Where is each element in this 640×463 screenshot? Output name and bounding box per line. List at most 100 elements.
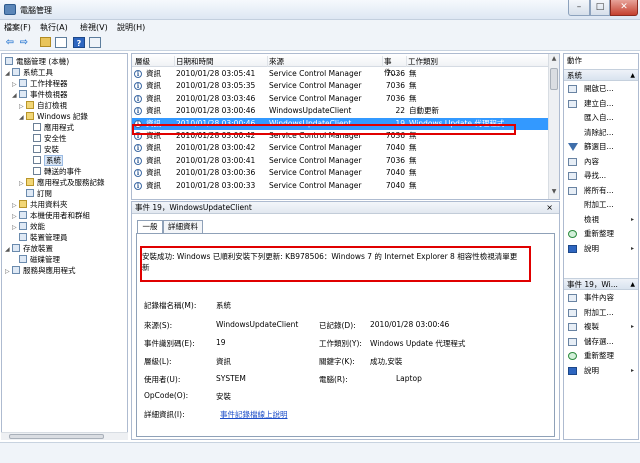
tree-item-device-manager[interactable]: 裝置管理員 xyxy=(19,232,68,243)
tree-horizontal-scrollbar[interactable] xyxy=(1,432,128,440)
source-label: 來源(S): xyxy=(144,321,173,330)
event-log-help-link[interactable]: 事件記錄檔線上說明 xyxy=(220,409,288,420)
column-event-id[interactable]: 事件... xyxy=(384,56,407,77)
action-item[interactable]: 說明 ▸ xyxy=(564,243,638,255)
column-level[interactable]: 層級 xyxy=(135,56,175,67)
event-list-scrollbar[interactable]: ▲ ▼ xyxy=(548,54,559,199)
menu-file[interactable]: 檔案(F) xyxy=(4,22,31,33)
action-item[interactable]: 內容 xyxy=(564,156,638,168)
action-item[interactable]: 檢視 ▸ xyxy=(564,214,638,226)
expand-arrow-icon[interactable]: ▷ xyxy=(12,222,19,233)
column-datetime[interactable]: 日期和時間 xyxy=(176,56,268,67)
expand-arrow-icon[interactable]: ◢ xyxy=(12,90,19,101)
action-item[interactable]: 附加工... xyxy=(564,307,638,319)
table-row[interactable]: i 資訊 2010/01/28 03:00:42 Service Control Ma… xyxy=(132,130,549,142)
forward-arrow-icon[interactable]: ⇨ xyxy=(18,37,30,48)
event-id-cell: 7040 xyxy=(385,168,405,178)
expand-arrow-icon[interactable]: ◢ xyxy=(5,68,12,79)
action-item[interactable]: 事件內容 xyxy=(564,292,638,304)
tree-item-forwarded-events[interactable]: 轉送的事件 xyxy=(33,166,82,177)
table-row[interactable]: i 資訊 2010/01/28 03:05:41 Service Control Ma… xyxy=(132,68,549,80)
table-row[interactable]: i 資訊 2010/01/28 03:00:41 Service Control Ma… xyxy=(132,155,549,167)
tree-item-setup[interactable]: 安裝 xyxy=(33,144,59,155)
expand-arrow-icon[interactable]: ◢ xyxy=(5,244,12,255)
expand-arrow-icon[interactable]: ▷ xyxy=(5,266,12,277)
table-row[interactable]: i 資訊 2010/01/28 03:05:35 Service Control Ma… xyxy=(132,80,549,92)
action-item[interactable]: 將所有... xyxy=(564,185,638,197)
action-item[interactable]: 複製 ▸ xyxy=(564,321,638,333)
scrollbar-thumb[interactable] xyxy=(550,68,558,90)
maximize-button[interactable]: □ xyxy=(590,0,610,16)
tree-item-task-scheduler[interactable]: ▷ 工作排程器 xyxy=(12,78,68,89)
show-hide-action-pane-icon[interactable] xyxy=(89,37,101,48)
table-row[interactable]: i 資訊 2010/01/28 03:00:36 Service Control Ma… xyxy=(132,167,549,179)
action-item[interactable]: 篩選目... xyxy=(564,141,638,153)
column-task-category[interactable]: 工作類別 xyxy=(408,56,548,67)
action-item[interactable]: 儲存選... xyxy=(564,336,638,348)
tree-item-security[interactable]: 安全性 xyxy=(33,133,67,144)
action-item[interactable]: 說明 ▸ xyxy=(564,365,638,377)
column-source[interactable]: 來源 xyxy=(269,56,383,67)
minimize-button[interactable]: – xyxy=(568,0,590,16)
action-item[interactable]: 重新整理 xyxy=(564,228,638,240)
scrollbar-thumb[interactable] xyxy=(9,434,104,439)
menu-view[interactable]: 檢視(V) xyxy=(80,22,108,33)
category-cell: 無 xyxy=(409,168,417,178)
table-row[interactable]: i 資訊 2010/01/28 03:03:46 Service Control Ma… xyxy=(132,93,549,105)
datetime-cell: 2010/01/28 03:05:35 xyxy=(176,81,256,91)
action-item[interactable]: 開啟已... xyxy=(564,83,638,95)
tree-item-disk-management[interactable]: 磁碟管理 xyxy=(19,254,60,265)
tree-item-subscriptions[interactable]: 訂閱 xyxy=(26,188,52,199)
logged-value: 2010/01/28 03:00:46 xyxy=(370,320,450,329)
show-hide-tree-icon[interactable] xyxy=(55,37,67,48)
scroll-up-icon[interactable]: ▲ xyxy=(549,55,559,65)
tree-item-performance[interactable]: ▷ 效能 xyxy=(12,221,45,232)
action-label: 附加工... xyxy=(584,200,614,209)
action-item[interactable]: 重新整理 xyxy=(564,350,638,362)
collapse-icon[interactable]: ▲ xyxy=(630,279,635,290)
tree-item-windows-logs[interactable]: ◢ Windows 記錄 xyxy=(19,111,88,122)
action-label: 匯入自... xyxy=(584,113,614,122)
expand-arrow-icon[interactable]: ▷ xyxy=(19,178,26,189)
tree-item-system-tools[interactable]: ◢ 系統工具 xyxy=(5,67,53,78)
tree-item-event-viewer[interactable]: ◢ 事件檢視器 xyxy=(12,89,68,100)
tree-item-services-applications[interactable]: ▷ 服務與應用程式 xyxy=(5,265,76,276)
table-row[interactable]: i 資訊 2010/01/28 03:00:33 Service Control Ma… xyxy=(132,180,549,192)
tree-item-system[interactable]: 系統 xyxy=(33,155,63,166)
source-value: WindowsUpdateClient xyxy=(216,320,299,329)
back-arrow-icon[interactable]: ⇦ xyxy=(4,37,16,48)
table-row[interactable]: i 資訊 2010/01/28 03:00:42 Service Control Ma… xyxy=(132,142,549,154)
table-row[interactable]: i 資訊 2010/01/28 03:00:46 WindowsUpdateClien… xyxy=(132,117,549,130)
datetime-cell: 2010/01/28 03:00:36 xyxy=(176,168,256,178)
tree-item-local-users-groups[interactable]: ▷ 本機使用者和群組 xyxy=(12,210,90,221)
menu-help[interactable]: 說明(H) xyxy=(117,22,145,33)
action-item[interactable]: 清除記... xyxy=(564,127,638,139)
tree-item-apps-and-services-logs[interactable]: ▷ 應用程式及服務記錄 xyxy=(19,177,105,188)
tree-item-application[interactable]: 應用程式 xyxy=(33,122,74,133)
opcode-value: 安裝 xyxy=(216,392,231,401)
expand-arrow-icon[interactable]: ◢ xyxy=(19,112,26,123)
up-folder-icon[interactable] xyxy=(40,37,51,47)
tree-item-custom-views[interactable]: ▷ 自訂檢視 xyxy=(19,100,67,111)
collapse-icon[interactable]: ▲ xyxy=(630,70,635,81)
scroll-down-icon[interactable]: ▼ xyxy=(549,188,559,198)
table-row[interactable]: i 資訊 2010/01/28 03:00:46 WindowsUpdateClien… xyxy=(132,105,549,117)
actions-section-event[interactable]: 事件 19，Wi... ▲ xyxy=(564,278,638,290)
menu-action[interactable]: 執行(A) xyxy=(40,22,68,33)
close-detail-icon[interactable]: × xyxy=(546,202,553,214)
close-button[interactable]: ✕ xyxy=(610,0,638,16)
tree-item-shared-folders[interactable]: ▷ 共用資料夾 xyxy=(12,199,68,210)
tree-item-computer-management[interactable]: 電腦管理 (本機) xyxy=(5,56,69,67)
action-item[interactable]: 建立自... xyxy=(564,98,638,110)
action-label: 將所有... xyxy=(584,185,614,195)
action-item[interactable]: 附加工... xyxy=(564,199,638,211)
tree-item-storage[interactable]: ◢ 存放裝置 xyxy=(5,243,53,254)
actions-section-system[interactable]: 系統 ▲ xyxy=(564,69,638,81)
tab-general[interactable]: 一般 xyxy=(137,220,163,234)
tab-details[interactable]: 詳細資料 xyxy=(163,220,203,233)
action-item[interactable]: 匯入自... xyxy=(564,112,638,124)
users-icon xyxy=(19,211,27,219)
action-item[interactable]: 尋找... xyxy=(564,170,638,182)
help-icon[interactable]: ? xyxy=(73,37,85,48)
save-selected-icon xyxy=(568,337,577,346)
